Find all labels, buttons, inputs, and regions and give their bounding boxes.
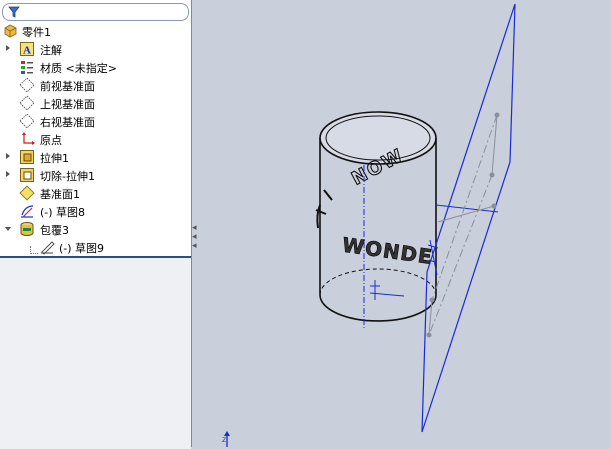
tree-item-label: 右视基准面 — [40, 116, 95, 129]
expand-arrow-icon[interactable] — [6, 153, 10, 159]
plane-icon — [19, 95, 35, 111]
tree-item-wrap3[interactable]: 包覆3 — [0, 220, 191, 238]
tree-item-label: 包覆3 — [40, 224, 69, 237]
tree-item-top-plane[interactable]: 上视基准面 — [0, 94, 191, 112]
tree-item-annotations[interactable]: A 注解 — [0, 40, 191, 58]
tree-item-label: 基准面1 — [40, 188, 80, 201]
tree-item-sketch8[interactable]: (-) 草图8 — [0, 202, 191, 220]
tree-item-label: 注解 — [40, 44, 62, 57]
tree-item-right-plane[interactable]: 右视基准面 — [0, 112, 191, 130]
collapse-arrow-icon[interactable] — [5, 227, 11, 231]
tree-item-front-plane[interactable]: 前视基准面 — [0, 76, 191, 94]
expand-arrow-icon[interactable] — [6, 45, 10, 51]
cut-extrude-icon — [20, 168, 34, 182]
engraved-text-side — [315, 189, 333, 229]
tree-item-label: (-) 草图8 — [40, 206, 86, 219]
origin-icon — [22, 132, 35, 145]
tree-item-label: 前视基准面 — [40, 80, 95, 93]
svg-text:Z: Z — [222, 437, 226, 444]
filter-funnel-icon[interactable] — [8, 6, 20, 18]
expand-arrow-icon[interactable] — [6, 171, 10, 177]
tree-item-origin[interactable]: 原点 — [0, 130, 191, 148]
tree-item-label: 零件1 — [22, 26, 51, 39]
svg-text:A: A — [23, 45, 31, 57]
tree-item-label: 材质 <未指定> — [40, 62, 117, 75]
cylinder-model — [319, 111, 437, 322]
tree-connector — [30, 253, 38, 254]
tree-item-label: (-) 草图9 — [59, 242, 105, 255]
tree-item-label: 原点 — [40, 134, 62, 147]
annotations-icon: A — [20, 42, 34, 57]
construction-lines — [426, 112, 500, 338]
plane-icon — [19, 77, 35, 93]
graphics-viewport[interactable]: NOW WONDE — [192, 0, 611, 447]
sketch-icon — [21, 205, 34, 218]
material-icon — [21, 61, 33, 74]
tree-item-sketch9[interactable]: (-) 草图9 — [0, 238, 191, 256]
extrude-icon — [20, 150, 34, 164]
property-panel-empty — [0, 256, 191, 449]
feature-manager-panel: 零件1 A 注解 材质 <未指定> 前视基准面 上视基准面 右视基准面 原点 拉… — [0, 0, 192, 449]
tree-filter-input[interactable] — [2, 3, 189, 21]
tree-item-extrude1[interactable]: 拉伸1 — [0, 148, 191, 166]
wrap-icon — [20, 222, 34, 236]
tree-item-cut-extrude1[interactable]: 切除-拉伸1 — [0, 166, 191, 184]
engraved-text-front: WONDE — [341, 233, 435, 269]
axis-triad-icon: Z — [222, 431, 230, 447]
tree-item-label: 上视基准面 — [40, 98, 95, 111]
sketch-icon — [41, 241, 55, 255]
plane-icon — [19, 113, 35, 129]
tree-item-label: 拉伸1 — [40, 152, 69, 165]
tree-item-plane1[interactable]: 基准面1 — [0, 184, 191, 202]
part-icon — [4, 24, 17, 38]
tree-item-part[interactable]: 零件1 — [0, 22, 191, 40]
tree-item-label: 切除-拉伸1 — [40, 170, 95, 183]
plane-yellow-icon — [19, 185, 35, 201]
model-view: NOW WONDE — [315, 3, 516, 433]
tree-item-material[interactable]: 材质 <未指定> — [0, 58, 191, 76]
